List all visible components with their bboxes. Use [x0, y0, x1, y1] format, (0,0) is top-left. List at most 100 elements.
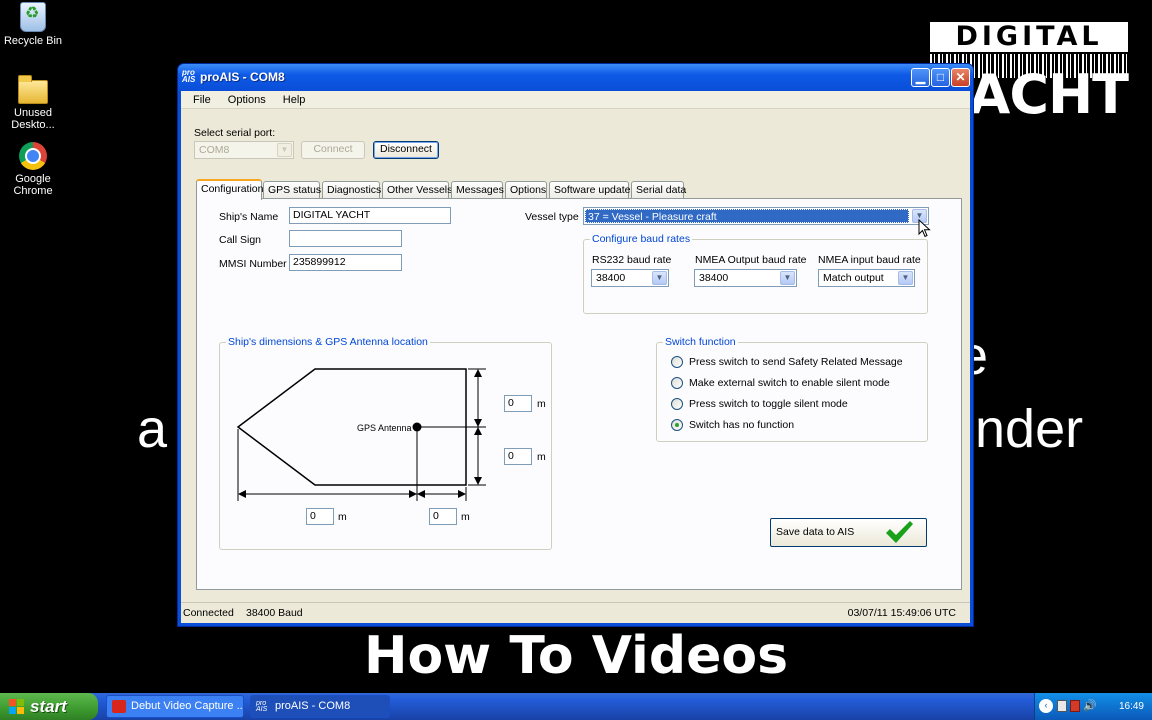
serial-port-label: Select serial port: [194, 127, 276, 139]
radio-button[interactable] [671, 398, 683, 411]
window-titlebar[interactable]: pro AIS proAIS - COM8 ▁ □ ✕ [178, 64, 973, 91]
clock: 16:49 [1118, 701, 1144, 712]
serial-port-select[interactable]: COM8 ▼ [194, 141, 294, 159]
menu-help[interactable]: Help [283, 91, 306, 106]
nmea-input-baud-value: Match output [823, 272, 884, 284]
chevron-down-icon: ▼ [652, 271, 667, 285]
taskbar: start Debut Video Capture ... pro AIS pro… [0, 693, 1152, 720]
chrome-icon [19, 142, 47, 170]
recycle-bin-icon [20, 2, 46, 32]
gps-antenna-label: GPS Antenna [357, 423, 412, 433]
dimension-d-unit: m [461, 511, 470, 523]
baud-rates-group: Configure baud rates RS232 baud rate 384… [583, 233, 928, 314]
chevron-down-icon: ▼ [898, 271, 913, 285]
dimension-c-input[interactable]: 0 [306, 508, 334, 525]
rs232-baud-value: 38400 [596, 272, 626, 284]
menu-file[interactable]: File [193, 91, 211, 106]
desktop-icon-unused-desktop[interactable]: Unused Deskto... [1, 74, 65, 131]
desktop-icon-label: Google Chrome [13, 173, 53, 197]
dimension-c-unit: m [338, 511, 347, 523]
desktop-icon-recycle-bin[interactable]: Recycle Bin [1, 2, 65, 47]
menu-options[interactable]: Options [228, 91, 266, 106]
ship-dimensions-group: Ship's dimensions & GPS Antenna location [219, 336, 552, 550]
switch-option-label: Press switch to send Safety Related Mess… [689, 356, 903, 368]
dimension-a-unit: m [537, 398, 546, 410]
tab-software-update[interactable]: Software update [549, 181, 630, 199]
ship-name-label: Ship's Name [219, 211, 279, 223]
tab-options[interactable]: Options [505, 181, 547, 199]
switch-option-label: Press switch to toggle silent mode [689, 398, 848, 410]
save-data-label: Save data to AIS [776, 526, 855, 538]
switch-option-safety-message[interactable]: Press switch to send Safety Related Mess… [671, 356, 903, 369]
rs232-baud-label: RS232 baud rate [592, 254, 672, 266]
rs232-baud-select[interactable]: 38400 ▼ [591, 269, 669, 287]
tray-expand-icon[interactable]: ‹ [1039, 699, 1053, 713]
serial-port-value: COM8 [199, 144, 230, 156]
dimension-a-input[interactable]: 0 [504, 395, 532, 412]
mouse-cursor-icon [918, 219, 931, 238]
vessel-type-value: 37 = Vessel - Pleasure craft [585, 209, 909, 223]
desktop-icon-label: Unused Deskto... [11, 107, 55, 131]
maximize-icon: □ [936, 70, 945, 84]
proais-window: pro AIS proAIS - COM8 ▁ □ ✕ File Options … [177, 63, 974, 627]
video-capture-icon [112, 700, 126, 713]
baud-rates-title: Configure baud rates [590, 233, 693, 245]
datetime-status: 03/07/11 15:49:06 UTC [847, 607, 956, 619]
brand-logo-top: DIGITAL [930, 22, 1128, 52]
vessel-type-select[interactable]: 37 = Vessel - Pleasure craft ▼ [583, 207, 929, 225]
nmea-output-baud-select[interactable]: 38400 ▼ [694, 269, 797, 287]
dimension-d-input[interactable]: 0 [429, 508, 457, 525]
tab-diagnostics[interactable]: Diagnostics [322, 181, 381, 199]
start-button[interactable]: start [0, 693, 98, 720]
proais-app-icon: pro AIS [256, 700, 268, 713]
switch-option-no-function[interactable]: Switch has no function [671, 419, 794, 432]
tab-configuration[interactable]: Configuration [196, 179, 263, 200]
minimize-button[interactable]: ▁ [911, 68, 930, 87]
proais-app-icon: pro AIS [182, 68, 196, 84]
switch-option-label: Make external switch to enable silent mo… [689, 377, 890, 389]
close-button[interactable]: ✕ [951, 68, 970, 87]
taskbar-item-proais[interactable]: pro AIS proAIS - COM8 [250, 695, 390, 718]
disconnect-button[interactable]: Disconnect [373, 141, 439, 159]
baud-status: 38400 Baud [246, 607, 303, 619]
tab-messages[interactable]: Messages [451, 181, 504, 199]
tab-gps-status[interactable]: GPS status [263, 181, 321, 199]
close-icon: ✕ [955, 70, 966, 84]
nmea-input-baud-label: NMEA input baud rate [818, 254, 921, 266]
connect-button[interactable]: Connect [301, 141, 365, 159]
save-data-button[interactable]: Save data to AIS [770, 518, 927, 547]
mmsi-label: MMSI Number [219, 258, 287, 270]
system-tray: ‹ 🔊 16:49 [1034, 693, 1152, 720]
maximize-button[interactable]: □ [931, 68, 950, 87]
call-sign-input[interactable] [289, 230, 402, 247]
minimize-icon: ▁ [915, 70, 926, 84]
nmea-output-baud-value: 38400 [699, 272, 729, 284]
nmea-input-baud-select[interactable]: Match output ▼ [818, 269, 915, 287]
radio-button[interactable] [671, 356, 683, 369]
background-text-left: a [137, 399, 168, 459]
desktop-icon-google-chrome[interactable]: Google Chrome [1, 142, 65, 197]
ship-name-input[interactable]: DIGITAL YACHT [289, 207, 451, 224]
taskbar-item-debut[interactable]: Debut Video Capture ... [106, 695, 244, 718]
volume-icon[interactable]: 🔊 [1083, 699, 1097, 712]
taskbar-item-label: Debut Video Capture ... [131, 700, 244, 712]
switch-option-external-silent[interactable]: Make external switch to enable silent mo… [671, 377, 890, 390]
mmsi-input[interactable]: 235899912 [289, 254, 402, 271]
desktop-icon-label: Recycle Bin [3, 35, 63, 47]
call-sign-label: Call Sign [219, 234, 262, 246]
status-bar: Connected 38400 Baud 03/07/11 15:49:06 U… [181, 602, 970, 623]
dimension-b-input[interactable]: 0 [504, 448, 532, 465]
switch-option-toggle-silent[interactable]: Press switch to toggle silent mode [671, 398, 848, 411]
security-icon[interactable] [1070, 700, 1080, 712]
tab-serial-data[interactable]: Serial data [631, 181, 686, 199]
radio-button-selected[interactable] [671, 419, 683, 432]
taskbar-item-label: proAIS - COM8 [275, 700, 351, 712]
switch-function-group: Switch function Press switch to send Saf… [656, 336, 928, 442]
window-title: proAIS - COM8 [200, 70, 285, 84]
radio-button[interactable] [671, 377, 683, 390]
tab-other-vessels[interactable]: Other Vessels [382, 181, 452, 199]
switch-function-title: Switch function [663, 336, 738, 348]
network-icon[interactable] [1057, 700, 1067, 712]
configuration-panel: Ship's Name DIGITAL YACHT Call Sign MMSI… [196, 198, 962, 590]
folder-icon [18, 75, 48, 104]
